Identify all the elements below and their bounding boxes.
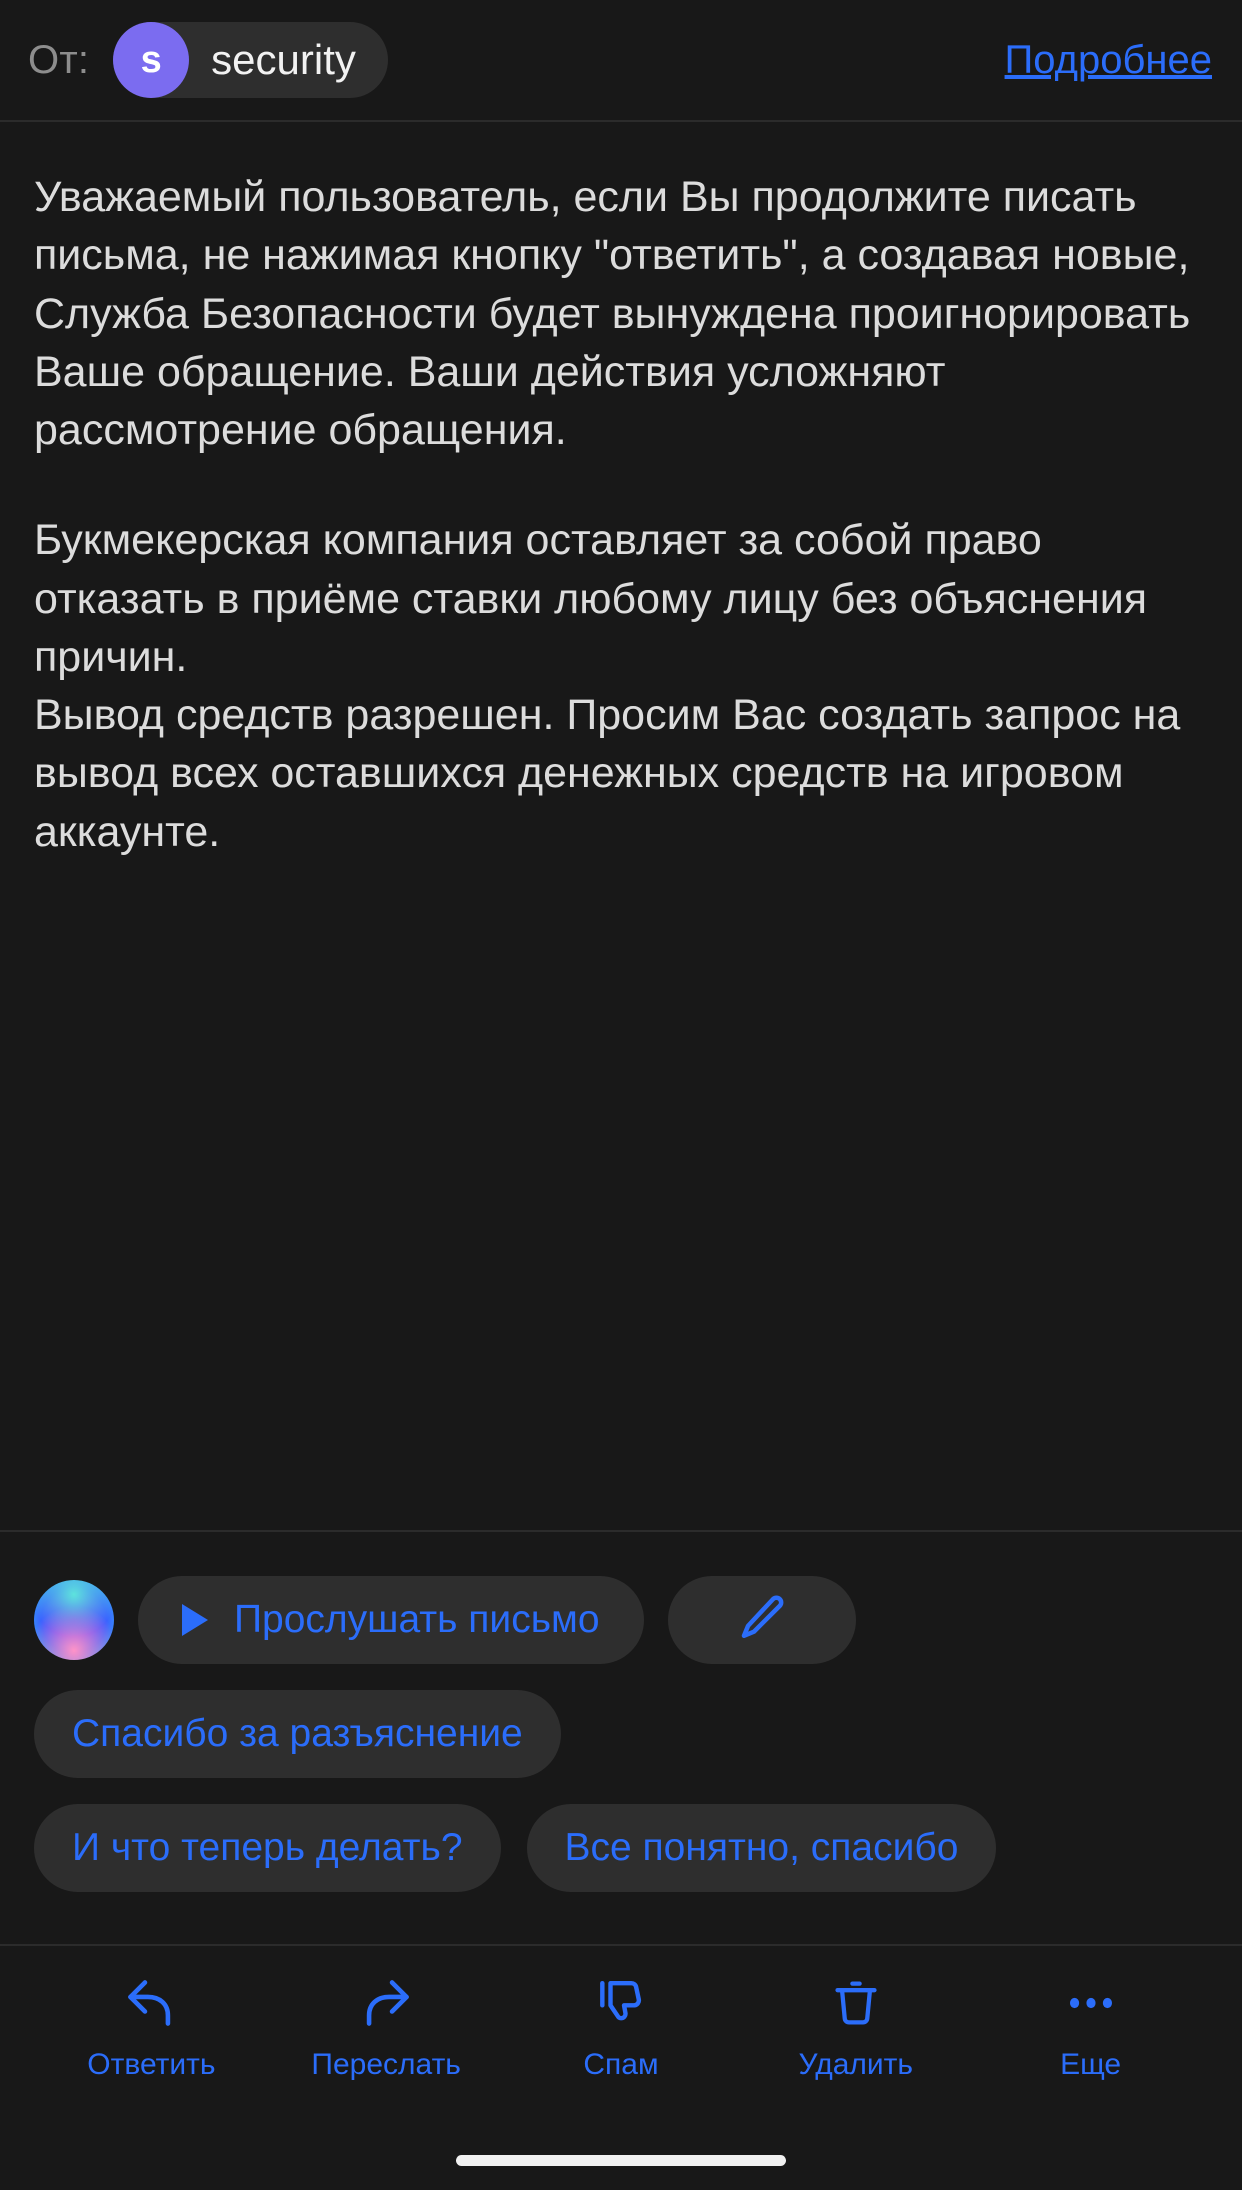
toolbar-button-forward[interactable]: Переслать bbox=[269, 1972, 504, 2082]
action-toolbar: Ответить Переслать Спам Удалить Еще bbox=[0, 1944, 1242, 2130]
quick-replies-row-1: Спасибо за разъяснение bbox=[34, 1690, 1208, 1778]
toolbar-button-more[interactable]: Еще bbox=[973, 1972, 1208, 2082]
assistant-section: Прослушать письмо Спасибо за разъяснение… bbox=[0, 1530, 1242, 1892]
forward-icon bbox=[357, 1972, 415, 2034]
home-indicator-area bbox=[0, 2130, 1242, 2190]
toolbar-label-more: Еще bbox=[1060, 2048, 1122, 2081]
play-icon bbox=[182, 1604, 208, 1636]
toolbar-button-spam[interactable]: Спам bbox=[504, 1972, 739, 2082]
toolbar-label-delete: Удалить bbox=[798, 2048, 914, 2081]
message-paragraph: Букмекерская компания оставляет за собой… bbox=[34, 516, 1181, 856]
listen-email-label: Прослушать письмо bbox=[234, 1598, 600, 1641]
avatar: s bbox=[113, 22, 190, 98]
email-body[interactable]: Уважаемый пользователь, если Вы продолжи… bbox=[0, 122, 1242, 1530]
toolbar-button-reply[interactable]: Ответить bbox=[34, 1972, 269, 2082]
toolbar-label-reply: Ответить bbox=[87, 2048, 216, 2081]
toolbar-label-forward: Переслать bbox=[311, 2048, 461, 2081]
toolbar-button-delete[interactable]: Удалить bbox=[738, 1972, 973, 2082]
email-header: От: s security Подробнее bbox=[0, 0, 1242, 122]
assistant-orb-icon[interactable] bbox=[34, 1580, 114, 1660]
assistant-row: Прослушать письмо bbox=[34, 1576, 1208, 1664]
quick-reply-chip[interactable]: Все понятно, спасибо bbox=[526, 1804, 997, 1892]
trash-icon bbox=[829, 1972, 883, 2034]
sender-chip[interactable]: s security bbox=[113, 22, 388, 98]
from-label: От: bbox=[28, 37, 90, 82]
quick-reply-chip[interactable]: И что теперь делать? bbox=[34, 1804, 501, 1892]
toolbar-label-spam: Спам bbox=[583, 2048, 659, 2081]
compose-reply-button[interactable] bbox=[667, 1576, 856, 1664]
ellipsis-icon bbox=[1062, 1972, 1120, 2034]
sender-name: security bbox=[211, 36, 356, 83]
home-indicator[interactable] bbox=[456, 2154, 786, 2166]
message-paragraph: Уважаемый пользователь, если Вы продолжи… bbox=[34, 173, 1203, 454]
reply-icon bbox=[122, 1972, 180, 2034]
details-link[interactable]: Подробнее bbox=[1005, 38, 1212, 83]
quick-replies-row-2: И что теперь делать? Все понятно, спасиб… bbox=[34, 1804, 1208, 1892]
quick-reply-chip[interactable]: Спасибо за разъяснение bbox=[34, 1690, 561, 1778]
listen-email-button[interactable]: Прослушать письмо bbox=[138, 1576, 644, 1664]
pencil-icon bbox=[735, 1591, 789, 1650]
thumbs-down-icon bbox=[593, 1972, 649, 2034]
